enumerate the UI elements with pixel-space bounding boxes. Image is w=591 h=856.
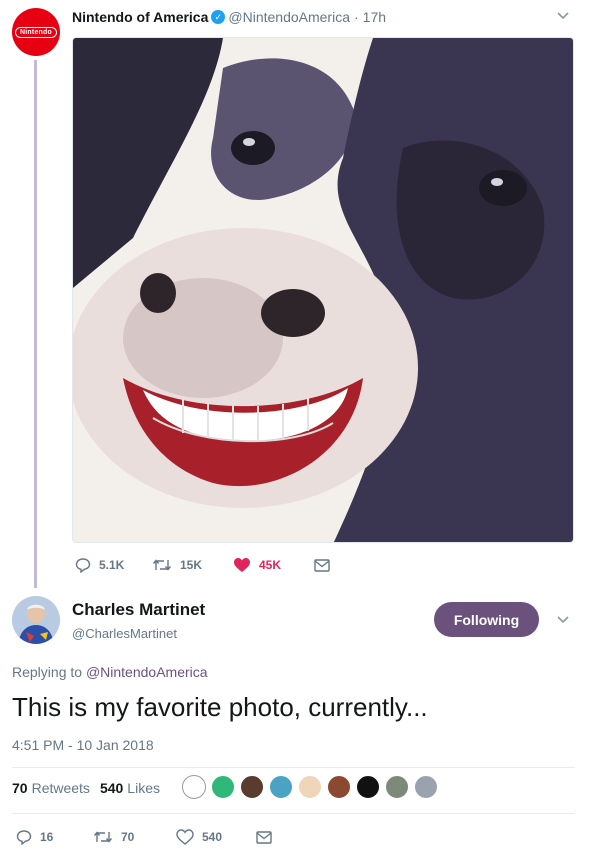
reply-button[interactable]: 5.1K (75, 557, 124, 573)
envelope-icon (314, 559, 330, 572)
retweet-icon (93, 831, 113, 843)
author-name[interactable]: Nintendo of America (72, 9, 208, 25)
liker-avatar[interactable] (414, 775, 438, 799)
liker-avatar[interactable] (298, 775, 322, 799)
nintendo-logo: Nintendo (15, 26, 57, 38)
liker-avatar[interactable] (356, 775, 380, 799)
like-button[interactable]: 45K (233, 557, 281, 573)
reply-author-name[interactable]: Charles Martinet (72, 600, 205, 620)
reply-menu-chevron-down-icon[interactable] (556, 612, 570, 629)
liker-avatar[interactable] (327, 775, 351, 799)
tweet-timestamp[interactable]: 4:51 PM - 10 Jan 2018 (12, 737, 154, 753)
reply-count: 16 (40, 830, 54, 844)
retweet-count: 15K (180, 558, 203, 572)
retweets-stat[interactable]: 70 Retweets (12, 780, 90, 796)
reply-icon (16, 830, 32, 845)
liker-avatar[interactable] (182, 775, 206, 799)
likes-stat[interactable]: 540 Likes (100, 780, 160, 796)
reply-icon (75, 558, 91, 573)
direct-message-button[interactable] (314, 559, 338, 572)
like-count: 540 (202, 830, 223, 844)
replying-prefix: Replying to (12, 664, 83, 680)
liker-avatar[interactable] (385, 775, 409, 799)
tweet-menu-chevron-down-icon[interactable] (556, 8, 570, 25)
liker-avatar[interactable] (211, 775, 235, 799)
author-handle[interactable]: @NintendoAmerica (228, 9, 350, 25)
retweet-button[interactable]: 70 (93, 829, 134, 845)
tweet-time[interactable]: 17h (363, 9, 386, 25)
liker-avatars (182, 775, 443, 799)
likes-stat-count: 540 (99, 780, 124, 796)
tweet-text: This is my favorite photo, currently... (12, 692, 428, 722)
heart-filled-icon (234, 558, 250, 572)
following-button[interactable]: Following (434, 602, 539, 637)
retweets-stat-count: 70 (12, 780, 28, 796)
likes-stat-label: Likes (127, 780, 160, 796)
verified-badge-icon: ✓ (211, 10, 226, 24)
retweets-stat-label: Retweets (31, 780, 90, 796)
tweet-stats: 70 Retweets 540 Likes (12, 780, 160, 796)
liker-avatar[interactable] (269, 775, 293, 799)
reply-button[interactable]: 16 (16, 829, 53, 845)
retweet-count: 70 (121, 830, 135, 844)
divider (12, 767, 575, 768)
envelope-icon (256, 831, 272, 844)
thread-line (34, 60, 37, 588)
charles-martinet-avatar[interactable] (12, 596, 60, 644)
divider (12, 813, 575, 814)
time-separator: · (354, 9, 359, 25)
reply-count: 5.1K (99, 558, 125, 572)
retweet-button[interactable]: 15K (152, 557, 202, 573)
heart-icon (176, 829, 194, 845)
tweet-photo[interactable] (72, 37, 574, 543)
retweet-icon (152, 559, 172, 571)
like-count: 45K (259, 558, 282, 572)
like-button[interactable]: 540 (176, 829, 222, 845)
direct-message-button[interactable] (256, 831, 280, 844)
parent-tweet-header: Nintendo of America ✓ @NintendoAmerica ·… (72, 9, 386, 25)
liker-avatar[interactable] (240, 775, 264, 799)
replying-to-link[interactable]: @NintendoAmerica (86, 664, 208, 680)
nintendo-avatar[interactable]: Nintendo (12, 8, 60, 56)
replying-to: Replying to @NintendoAmerica (12, 664, 208, 680)
reply-author-handle[interactable]: @CharlesMartinet (72, 626, 177, 641)
